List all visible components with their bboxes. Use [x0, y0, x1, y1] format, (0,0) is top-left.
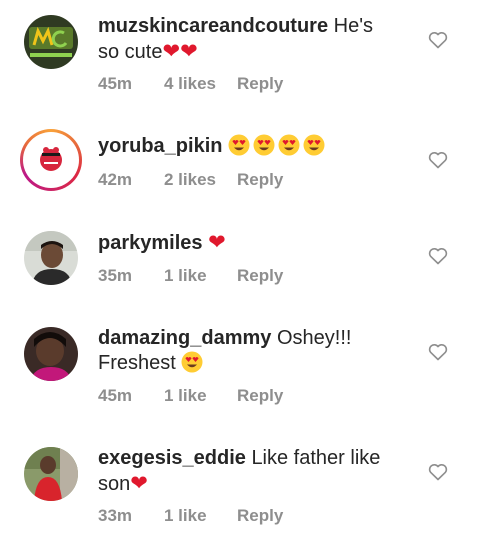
- heart-emoji: ❤: [130, 471, 148, 495]
- like-heart-icon[interactable]: [428, 247, 448, 265]
- comment-time: 35m: [98, 266, 133, 285]
- comment-time: 33m: [98, 506, 133, 525]
- comment-meta: 33m 1 like Reply: [98, 506, 283, 526]
- comment-username[interactable]: parkymiles: [98, 232, 203, 254]
- avatar[interactable]: [24, 15, 78, 69]
- comment-meta: 45m 1 like Reply: [98, 386, 283, 406]
- user-photo-icon: [24, 327, 78, 381]
- comment-text: exegesis_eddie Like father like son❤: [98, 446, 398, 497]
- like-heart-icon[interactable]: [428, 463, 448, 481]
- user-photo-icon: [24, 231, 78, 285]
- comment-text: damazing_dammy Oshey!!! Freshest: [98, 326, 398, 376]
- comment-username[interactable]: yoruba_pikin: [98, 135, 222, 157]
- comment-likes[interactable]: 1 like: [164, 386, 237, 406]
- smiling-face-heart-eyes-icon: [228, 134, 328, 157]
- like-heart-icon[interactable]: [428, 151, 448, 169]
- comment-time: 45m: [98, 386, 133, 405]
- brand-badge-icon: [26, 135, 76, 185]
- comment-text: yoruba_pikin: [98, 134, 398, 159]
- smiling-face-heart-eyes-icon: [181, 351, 206, 374]
- comment-meta: 42m 2 likes Reply: [98, 170, 283, 190]
- comment-likes[interactable]: 1 like: [164, 266, 237, 286]
- avatar[interactable]: [24, 327, 78, 381]
- comment-username[interactable]: muzskincareandcouture: [98, 15, 328, 37]
- reply-button[interactable]: Reply: [237, 74, 283, 94]
- avatar[interactable]: [20, 129, 82, 191]
- avatar[interactable]: [24, 231, 78, 285]
- story-ring-icon: [23, 132, 79, 188]
- heart-emoji: ❤: [208, 230, 226, 254]
- like-heart-icon[interactable]: [428, 343, 448, 361]
- comment-likes[interactable]: 1 like: [164, 506, 237, 526]
- comment-meta: 35m 1 like Reply: [98, 266, 283, 286]
- comment-username[interactable]: damazing_dammy: [98, 327, 271, 349]
- heart-emoji: ❤❤: [162, 39, 198, 63]
- reply-button[interactable]: Reply: [237, 170, 283, 190]
- comment-time: 45m: [98, 74, 133, 93]
- brand-logo-icon: [24, 15, 78, 69]
- comment-likes[interactable]: 4 likes: [164, 74, 237, 94]
- comment-text: parkymiles ❤: [98, 230, 398, 256]
- avatar[interactable]: [24, 447, 78, 501]
- reply-button[interactable]: Reply: [237, 266, 283, 286]
- comment-username[interactable]: exegesis_eddie: [98, 447, 246, 469]
- reply-button[interactable]: Reply: [237, 386, 283, 406]
- comment-text: muzskincareandcouture He's so cute❤❤: [98, 14, 398, 65]
- comment-meta: 45m 4 likes Reply: [98, 74, 283, 94]
- reply-button[interactable]: Reply: [237, 506, 283, 526]
- user-photo-icon: [24, 447, 78, 501]
- comment-time: 42m: [98, 170, 133, 189]
- comment-likes[interactable]: 2 likes: [164, 170, 237, 190]
- like-heart-icon[interactable]: [428, 31, 448, 49]
